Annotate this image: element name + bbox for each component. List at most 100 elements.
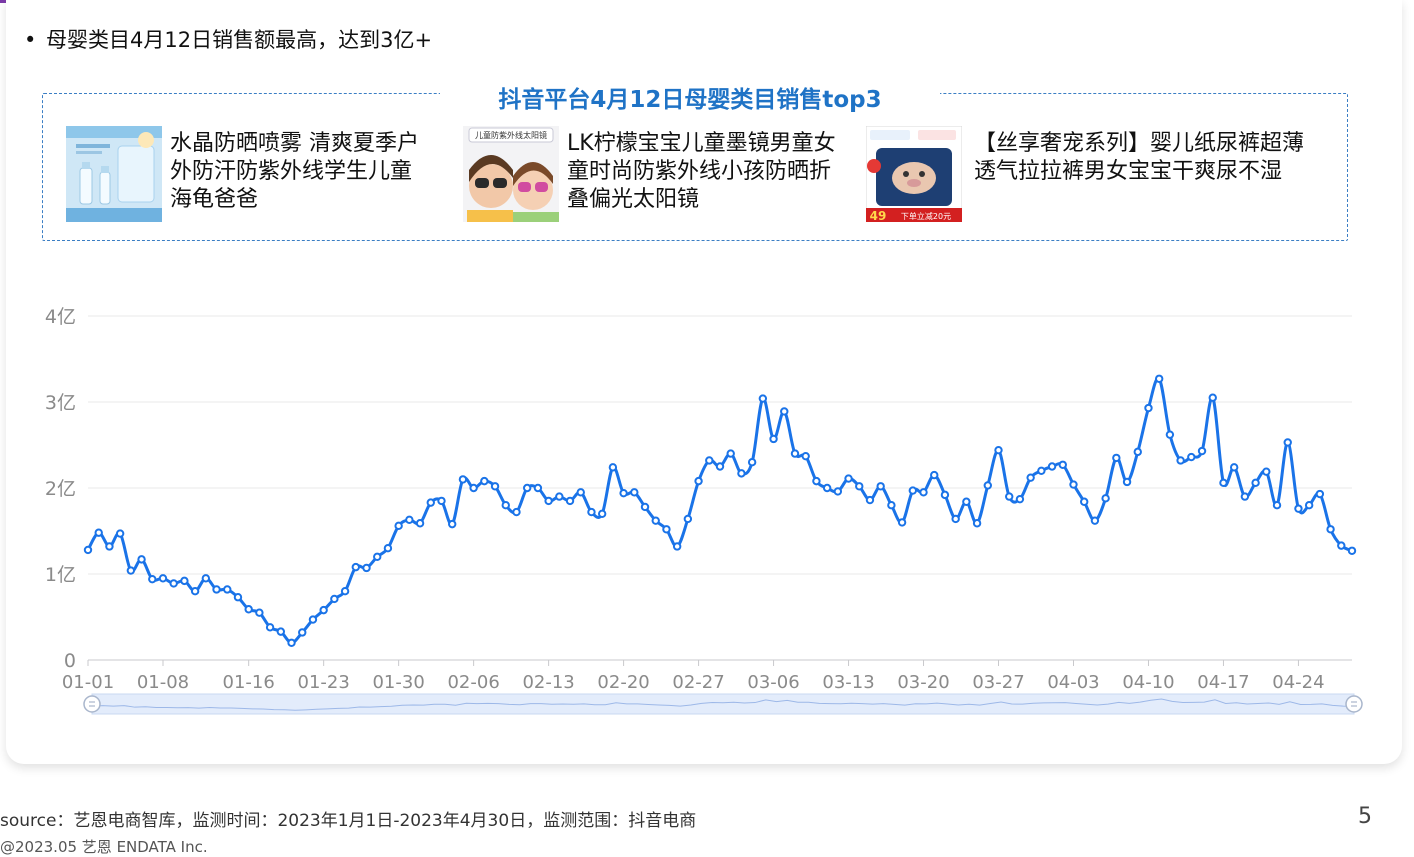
slider-start-handle[interactable] xyxy=(83,695,101,713)
sunscreen-spray-product-image xyxy=(66,126,162,222)
series-line xyxy=(86,376,1353,645)
source-footnote: source：艺恩电商智库，监测时间：2023年1月1日-2023年4月30日，… xyxy=(0,811,697,831)
data-point xyxy=(1037,466,1046,476)
product-name-1: 水晶防晒喷雾 清爽夏季户外防汗防紫外线学生儿童海龟爸爸 xyxy=(170,131,419,212)
product-card-3[interactable]: 49 下单立减20元 【丝享奢宠系列】婴儿纸尿裤超薄透气拉拉裤男女宝宝干爽尿不湿 xyxy=(866,126,1326,222)
data-point xyxy=(555,492,564,501)
data-point xyxy=(1326,525,1335,534)
data-point xyxy=(587,507,596,517)
data-point xyxy=(1176,456,1185,465)
data-point xyxy=(962,497,971,506)
headline: • 母婴类目4月12日销售额最高，达到3亿+ xyxy=(24,24,432,54)
page-number: 5 xyxy=(1358,804,1372,829)
data-point xyxy=(747,458,757,467)
data-point xyxy=(148,574,157,584)
data-point xyxy=(201,574,211,583)
data-point xyxy=(458,475,468,484)
x-tick-label: 02-27 xyxy=(672,672,724,693)
data-point xyxy=(919,488,928,497)
product-name-2: LK柠檬宝宝儿童墨镜男童女童时尚防紫外线小孩防晒折叠偏光太阳镜 xyxy=(567,131,836,212)
data-point xyxy=(544,496,553,506)
data-point xyxy=(1347,546,1357,555)
data-point xyxy=(608,463,618,472)
data-point xyxy=(801,451,810,461)
data-point xyxy=(255,608,264,617)
data-point xyxy=(1015,494,1025,504)
data-point xyxy=(822,483,832,493)
data-point xyxy=(244,605,253,614)
y-tick-label: 0 xyxy=(64,650,76,672)
data-point xyxy=(158,574,168,583)
data-point xyxy=(490,482,500,491)
datazoom-slider[interactable] xyxy=(83,693,1363,715)
product-card-1[interactable]: 水晶防晒喷雾 清爽夏季户外防汗防紫外线学生儿童海龟爸爸 xyxy=(66,126,426,222)
data-point xyxy=(383,544,393,553)
data-point xyxy=(1101,494,1110,503)
data-point xyxy=(812,476,821,486)
data-point xyxy=(169,579,178,588)
product-card-2[interactable]: 儿童防紫外线太阳镜 LK柠檬宝宝儿童墨镜男童女童时尚防紫外线小孩防晒折叠偏光太阳… xyxy=(463,126,843,222)
data-point xyxy=(1122,477,1132,487)
data-point xyxy=(1294,504,1303,513)
data-point xyxy=(501,501,510,510)
data-point xyxy=(415,519,425,528)
data-point xyxy=(715,462,725,471)
data-point xyxy=(1208,393,1217,402)
data-point xyxy=(522,483,532,493)
data-point xyxy=(672,542,682,551)
data-point xyxy=(190,587,200,596)
data-point xyxy=(287,638,296,647)
data-point xyxy=(394,521,403,531)
slider-end-handle[interactable] xyxy=(1345,695,1363,713)
data-point xyxy=(1272,501,1282,510)
data-point xyxy=(951,514,960,524)
data-point xyxy=(1058,460,1067,469)
data-point xyxy=(265,623,275,632)
data-point xyxy=(105,542,114,551)
data-point xyxy=(1283,438,1292,447)
data-point xyxy=(319,605,328,615)
data-point xyxy=(512,507,521,517)
data-point xyxy=(640,502,650,512)
data-point xyxy=(1154,374,1164,383)
data-point xyxy=(115,529,125,538)
data-point xyxy=(908,486,918,495)
data-point xyxy=(126,566,136,575)
grid-layer xyxy=(88,315,1352,575)
data-point xyxy=(683,514,693,524)
data-point xyxy=(662,525,671,534)
x-tick-label: 04-17 xyxy=(1197,672,1249,693)
data-point xyxy=(565,496,575,506)
diaper-product-image: 49 下单立减20元 xyxy=(866,126,962,222)
data-point xyxy=(576,488,585,497)
data-point xyxy=(1337,541,1346,550)
data-point xyxy=(1304,501,1314,510)
data-point xyxy=(1005,492,1014,501)
data-point xyxy=(1069,480,1078,489)
data-point xyxy=(769,434,778,444)
data-point xyxy=(876,482,885,491)
data-point xyxy=(994,445,1003,455)
y-tick-label: 4亿 xyxy=(45,306,76,328)
data-point xyxy=(1251,478,1260,488)
x-axis: 01-01 01-08 01-16 01-23 01-30 02-06 02-13 02-20… xyxy=(62,659,1352,693)
x-tick-label: 03-27 xyxy=(972,672,1024,693)
x-tick-label: 01-16 xyxy=(223,672,275,693)
x-tick-label: 01-30 xyxy=(372,672,424,693)
data-point xyxy=(223,585,232,594)
x-tick-label: 02-13 xyxy=(522,672,574,693)
x-tick-label: 03-06 xyxy=(747,672,799,693)
data-point xyxy=(597,509,607,519)
product-name-3: 【丝享奢宠系列】婴儿纸尿裤超薄透气拉拉裤男女宝宝干爽尿不湿 xyxy=(974,131,1305,184)
daily-sales-line-chart: 0 1亿 2亿 3亿 4亿 01-01 01-08 01-16 01-23 01-30 02-06… xyxy=(0,290,1414,730)
data-point xyxy=(1165,430,1175,439)
data-point xyxy=(340,587,350,596)
data-point xyxy=(737,469,746,478)
data-point xyxy=(972,519,982,528)
kids-sunglasses-product-image: 儿童防紫外线太阳镜 xyxy=(463,126,559,222)
data-point xyxy=(405,515,414,525)
data-point xyxy=(1026,473,1035,482)
product-2-image-caption: 儿童防紫外线太阳镜 xyxy=(475,130,547,140)
x-tick-label: 02-06 xyxy=(447,672,499,693)
x-tick-label: 04-10 xyxy=(1122,672,1174,693)
